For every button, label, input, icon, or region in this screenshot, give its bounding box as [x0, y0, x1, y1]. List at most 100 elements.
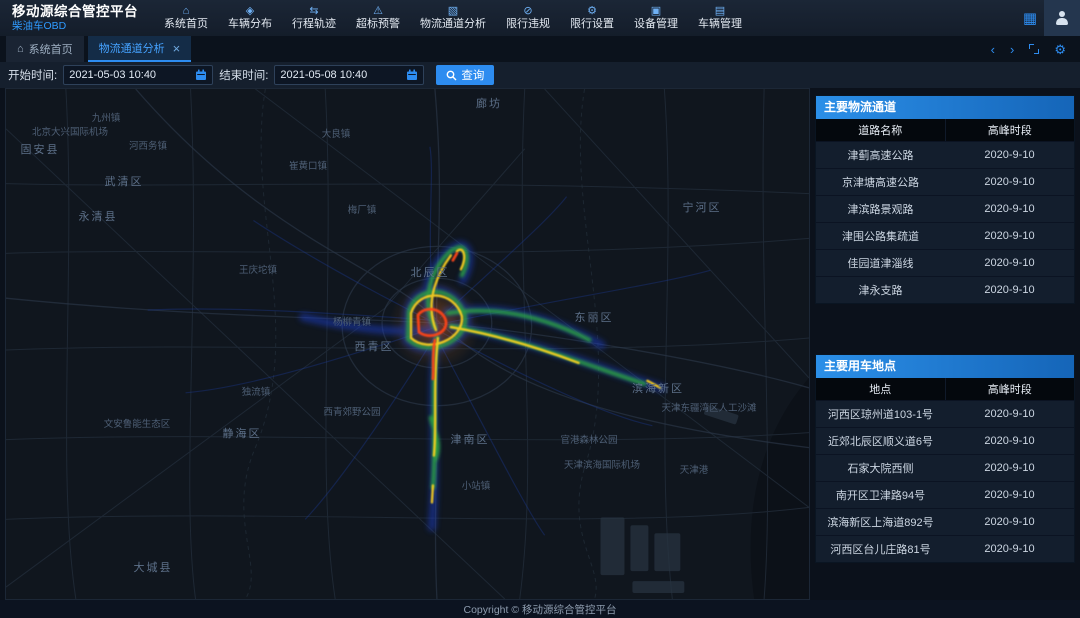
search-icon — [446, 70, 457, 81]
map-canvas[interactable] — [6, 89, 809, 599]
vehicle-icon: ▤ — [715, 6, 725, 17]
cell-location: 石家大院西侧 — [816, 455, 945, 481]
table-row[interactable]: 京津塘高速公路 2020-9-10 — [816, 168, 1074, 195]
page-title: 移动源综合管控平台 — [12, 4, 138, 20]
nav-label: 车辆管理 — [698, 19, 742, 30]
cell-location: 河西区琼州道103-1号 — [816, 401, 945, 427]
column-header-road-name: 道路名称 — [816, 119, 945, 141]
start-time-input[interactable]: 2021-05-03 10:40 — [63, 65, 213, 85]
tab-bar: ⌂ 系统首页 物流通道分析 × ‹ › ⚙ — [0, 36, 1080, 62]
nav-item-vehicle-distribution[interactable]: ◈ 车辆分布 — [218, 0, 282, 36]
nav-label: 系统首页 — [164, 19, 208, 30]
panel-logistics-channels: 主要物流通道 道路名称 高峰时段 津蓟高速公路 2020-9-10 京津塘高速公… — [815, 95, 1075, 304]
table-row[interactable]: 津围公路集疏道 2020-9-10 — [816, 222, 1074, 249]
main-nav: ⌂ 系统首页 ◈ 车辆分布 ⇆ 行程轨迹 ⚠ 超标预警 ▧ 物流通道分析 ⊘ 限… — [154, 0, 752, 36]
tab-system-home[interactable]: ⌂ 系统首页 — [6, 36, 84, 62]
nav-item-trip-track[interactable]: ⇆ 行程轨迹 — [282, 0, 346, 36]
tab-logistics-analysis[interactable]: 物流通道分析 × — [88, 36, 192, 62]
calendar-icon[interactable] — [195, 69, 207, 81]
chevron-right-icon[interactable]: › — [1010, 43, 1014, 56]
query-label: 查询 — [461, 67, 484, 83]
calendar-icon[interactable] — [406, 69, 418, 81]
end-time-value: 2021-05-08 10:40 — [280, 69, 402, 81]
table-row[interactable]: 津滨路景观路 2020-9-10 — [816, 195, 1074, 222]
cell-road-name: 津蓟高速公路 — [816, 142, 945, 168]
grid-icon: ▦ — [1023, 9, 1037, 27]
app-header: 移动源综合管控平台 柴油车OBD ⌂ 系统首页 ◈ 车辆分布 ⇆ 行程轨迹 ⚠ … — [0, 0, 1080, 36]
nav-label: 车辆分布 — [228, 19, 272, 30]
column-header-location: 地点 — [816, 378, 945, 400]
cell-peak-time: 2020-9-10 — [945, 250, 1074, 276]
home-icon: ⌂ — [183, 6, 190, 17]
filter-bar: 开始时间: 2021-05-03 10:40 结束时间: 2021-05-08 … — [0, 62, 1080, 88]
cell-peak-time: 2020-9-10 — [945, 428, 1074, 454]
cell-road-name: 津永支路 — [816, 277, 945, 303]
cell-peak-time: 2020-9-10 — [945, 482, 1074, 508]
table-row[interactable]: 津永支路 2020-9-10 — [816, 276, 1074, 303]
nav-item-vehicle-management[interactable]: ▤ 车辆管理 — [688, 0, 752, 36]
cell-location: 南开区卫津路94号 — [816, 482, 945, 508]
nav-item-system-home[interactable]: ⌂ 系统首页 — [154, 0, 218, 36]
column-header-peak-time: 高峰时段 — [945, 378, 1075, 400]
nav-label: 超标预警 — [356, 19, 400, 30]
warning-icon: ⚠ — [373, 6, 383, 17]
cell-road-name: 津滨路景观路 — [816, 196, 945, 222]
cell-peak-time: 2020-9-10 — [945, 223, 1074, 249]
nav-item-restriction-settings[interactable]: ⚙ 限行设置 — [560, 0, 624, 36]
start-time-label: 开始时间: — [8, 67, 57, 83]
table-row[interactable]: 滨海新区上海道892号 2020-9-10 — [816, 508, 1074, 535]
table-row[interactable]: 佳园道津淄线 2020-9-10 — [816, 249, 1074, 276]
user-button[interactable] — [1044, 0, 1080, 36]
nav-label: 物流通道分析 — [420, 19, 486, 30]
table-row[interactable]: 近郊北辰区顺义道6号 2020-9-10 — [816, 427, 1074, 454]
nav-label: 限行违规 — [506, 19, 550, 30]
nav-item-restriction-violation[interactable]: ⊘ 限行违规 — [496, 0, 560, 36]
fullscreen-icon[interactable] — [1029, 44, 1039, 54]
cell-peak-time: 2020-9-10 — [945, 169, 1074, 195]
table-row[interactable]: 石家大院西侧 2020-9-10 — [816, 454, 1074, 481]
cell-road-name: 京津塘高速公路 — [816, 169, 945, 195]
route-icon: ⇆ — [309, 6, 318, 17]
app-footer: Copyright © 移动源综合管控平台 — [0, 600, 1080, 618]
panel-title: 主要物流通道 — [816, 96, 1074, 119]
device-icon: ▣ — [651, 6, 661, 17]
table-row[interactable]: 河西区台儿庄路81号 2020-9-10 — [816, 535, 1074, 562]
chevron-left-icon[interactable]: ‹ — [991, 43, 995, 56]
grid-menu-button[interactable]: ▦ — [1016, 0, 1044, 36]
nav-label: 限行设置 — [570, 19, 614, 30]
cell-peak-time: 2020-9-10 — [945, 196, 1074, 222]
start-time-value: 2021-05-03 10:40 — [69, 69, 191, 81]
copyright-text: Copyright © 移动源综合管控平台 — [463, 602, 616, 617]
query-button[interactable]: 查询 — [436, 65, 494, 85]
table-header: 道路名称 高峰时段 — [816, 119, 1074, 141]
table-row[interactable]: 津蓟高速公路 2020-9-10 — [816, 141, 1074, 168]
table-row[interactable]: 南开区卫津路94号 2020-9-10 — [816, 481, 1074, 508]
cell-peak-time: 2020-9-10 — [945, 401, 1074, 427]
cell-peak-time: 2020-9-10 — [945, 142, 1074, 168]
gear-icon[interactable]: ⚙ — [1054, 43, 1066, 56]
end-time-input[interactable]: 2021-05-08 10:40 — [274, 65, 424, 85]
violation-icon: ⊘ — [523, 6, 532, 17]
cell-peak-time: 2020-9-10 — [945, 277, 1074, 303]
right-sidebar: 主要物流通道 道路名称 高峰时段 津蓟高速公路 2020-9-10 京津塘高速公… — [815, 88, 1075, 600]
panel-title: 主要用车地点 — [816, 355, 1074, 378]
column-header-peak-time: 高峰时段 — [945, 119, 1075, 141]
content: 廊坊九州镇北京大兴国际机场固安县河西务镇大良镇崔黄口镇武清区梅厂镇永清县宁河区王… — [0, 88, 1080, 600]
cell-location: 滨海新区上海道892号 — [816, 509, 945, 535]
home-icon: ⌂ — [17, 44, 24, 55]
tab-label: 系统首页 — [29, 41, 73, 57]
table-header: 地点 高峰时段 — [816, 378, 1074, 400]
cell-peak-time: 2020-9-10 — [945, 509, 1074, 535]
tab-label: 物流通道分析 — [99, 40, 165, 56]
cell-location: 近郊北辰区顺义道6号 — [816, 428, 945, 454]
brand: 移动源综合管控平台 柴油车OBD — [0, 0, 154, 36]
nav-item-over-limit-warning[interactable]: ⚠ 超标预警 — [346, 0, 410, 36]
close-icon[interactable]: × — [173, 42, 181, 55]
distribution-icon: ◈ — [246, 6, 254, 17]
cell-peak-time: 2020-9-10 — [945, 455, 1074, 481]
table-row[interactable]: 河西区琼州道103-1号 2020-9-10 — [816, 400, 1074, 427]
map-area: 廊坊九州镇北京大兴国际机场固安县河西务镇大良镇崔黄口镇武清区梅厂镇永清县宁河区王… — [5, 88, 810, 600]
user-icon — [1055, 11, 1069, 25]
nav-item-device-management[interactable]: ▣ 设备管理 — [624, 0, 688, 36]
nav-item-logistics-analysis[interactable]: ▧ 物流通道分析 — [410, 0, 496, 36]
